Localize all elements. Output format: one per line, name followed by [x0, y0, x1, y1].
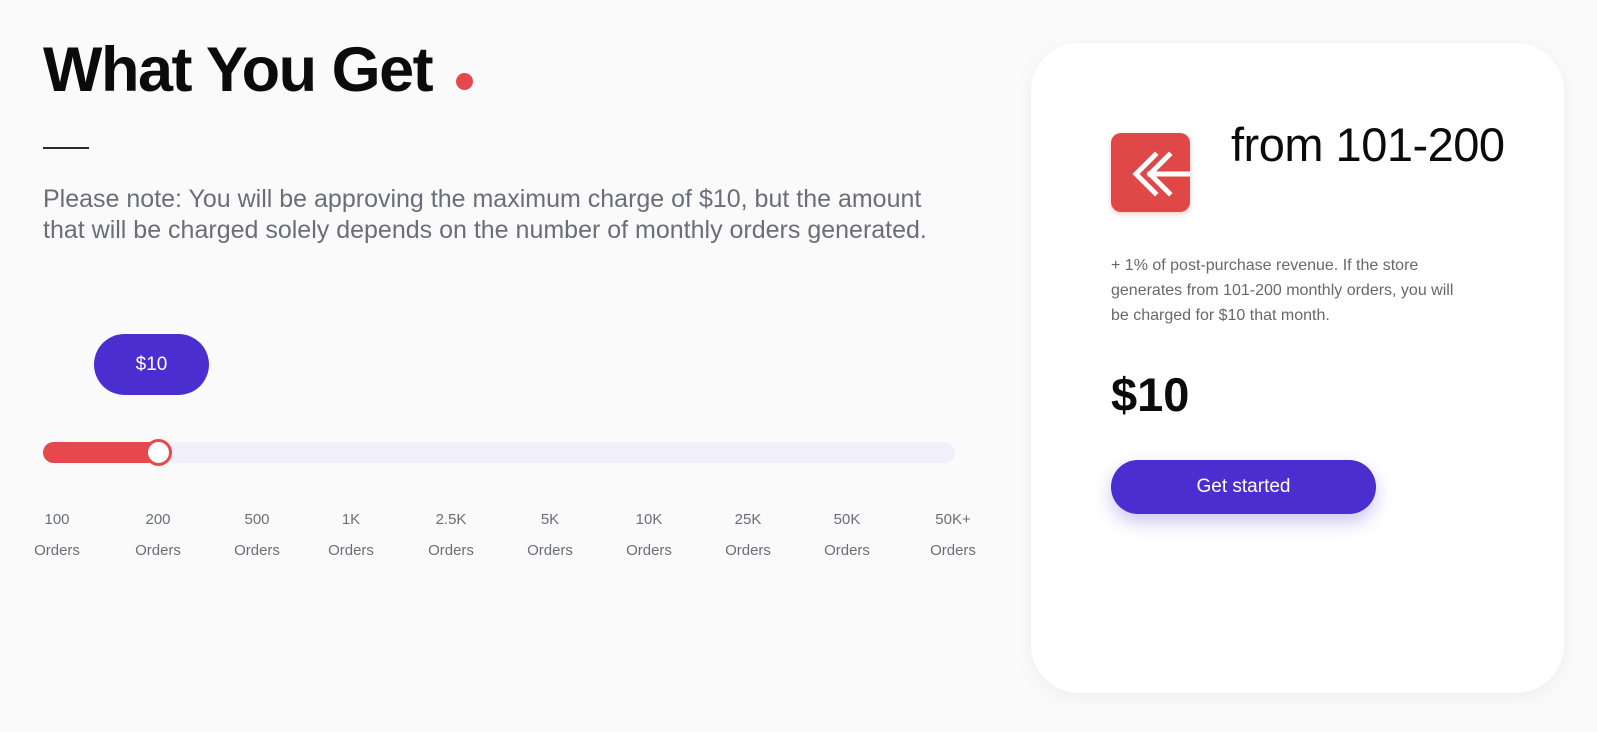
- plan-description: + 1% of post-purchase revenue. If the st…: [1111, 257, 1454, 324]
- tick-value: 100: [44, 511, 70, 528]
- tick-unit: Orders: [626, 542, 672, 559]
- tick-value: 25K: [734, 511, 762, 528]
- title-divider: [43, 147, 89, 149]
- tick-unit: Orders: [725, 542, 771, 559]
- tick-unit: Orders: [930, 542, 976, 559]
- slider-tick-label: 10K Orders: [614, 504, 684, 566]
- plan-card: from 101-200 + 1% of post-purchase reven…: [1031, 43, 1564, 693]
- tick-unit: Orders: [328, 542, 374, 559]
- tick-value: 50K+: [935, 511, 971, 528]
- page-title: What You Get: [43, 35, 434, 105]
- pricing-section: What You Get Please note: You will be ap…: [0, 0, 1000, 732]
- tick-value: 5K: [540, 511, 560, 528]
- tick-unit: Orders: [234, 542, 280, 559]
- app-logo: [1111, 133, 1190, 212]
- tick-unit: Orders: [824, 542, 870, 559]
- tick-value: 10K: [635, 511, 663, 528]
- double-chevron-left-icon: [1132, 151, 1190, 197]
- slider-tick-label: 2.5K Orders: [416, 504, 486, 566]
- tick-value: 500: [244, 511, 270, 528]
- plan-order-range: from 101-200: [1231, 118, 1505, 171]
- tick-value: 200: [145, 511, 171, 528]
- slider-tick-label: 50K Orders: [812, 504, 882, 566]
- plan-price: $10: [1111, 368, 1190, 421]
- slider-tick-label: 5K Orders: [515, 504, 585, 566]
- slider-value-bubble: $10: [94, 334, 209, 395]
- slider-tick-label: 25K Orders: [713, 504, 783, 566]
- slider-tick-label: 200 Orders: [123, 504, 193, 566]
- slider-tick-label: 50K+ Orders: [918, 504, 988, 566]
- tick-unit: Orders: [428, 542, 474, 559]
- get-started-button[interactable]: Get started: [1111, 460, 1376, 514]
- slider-tick-label: 500 Orders: [222, 504, 292, 566]
- tick-unit: Orders: [135, 542, 181, 559]
- orders-slider-track[interactable]: [43, 439, 955, 466]
- tick-value: 1K: [341, 511, 361, 528]
- tick-unit: Orders: [527, 542, 573, 559]
- slider-tick-label: 1K Orders: [316, 504, 386, 566]
- title-accent-dot: [456, 73, 473, 90]
- slider-tick-label: 100 Orders: [22, 504, 92, 566]
- pricing-note: Please note: You will be approving the m…: [43, 185, 927, 244]
- tick-value: 50K: [833, 511, 861, 528]
- tick-unit: Orders: [34, 542, 80, 559]
- tick-value: 2.5K: [435, 511, 467, 528]
- orders-slider-thumb[interactable]: [145, 439, 172, 466]
